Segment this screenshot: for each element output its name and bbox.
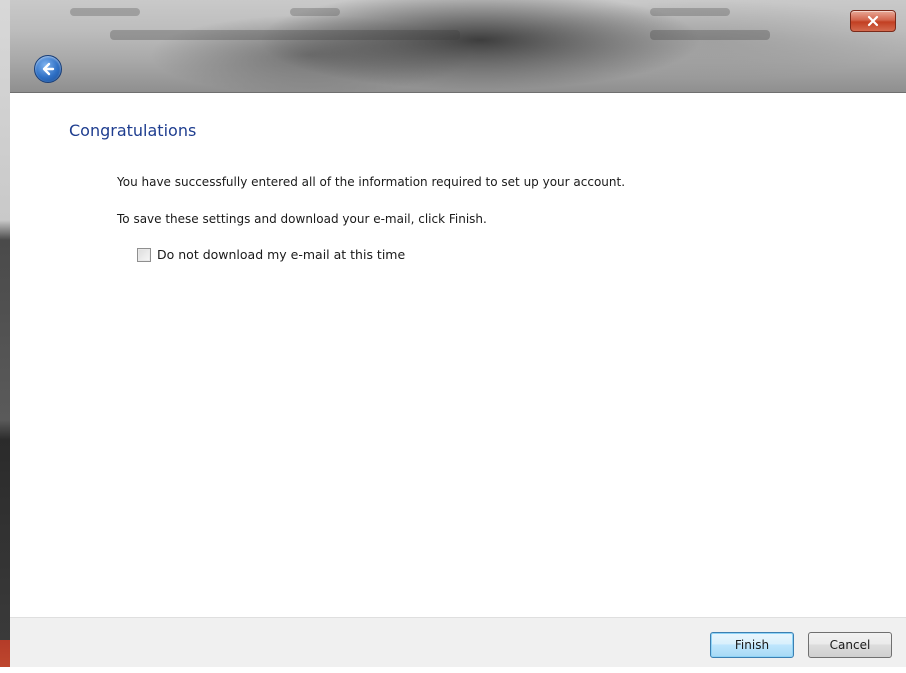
blurred-background-text: [290, 8, 340, 16]
blurred-background-text: [650, 8, 730, 16]
blurred-background-text: [70, 8, 140, 16]
do-not-download-checkbox[interactable]: [137, 247, 151, 262]
finish-instruction: To save these settings and download your…: [117, 212, 487, 226]
close-icon: [866, 12, 880, 31]
title-bar: [10, 0, 906, 93]
do-not-download-option[interactable]: Do not download my e-mail at this time: [137, 247, 405, 262]
close-button[interactable]: [850, 10, 896, 32]
wizard-content: Congratulations You have successfully en…: [10, 93, 906, 617]
blurred-background-text: [110, 30, 460, 40]
back-button[interactable]: [34, 55, 62, 83]
background-window-edge: [0, 0, 10, 673]
window-bottom-edge: [0, 667, 906, 673]
do-not-download-label[interactable]: Do not download my e-mail at this time: [157, 247, 405, 262]
page-title: Congratulations: [69, 121, 197, 140]
button-bar: Finish Cancel: [10, 617, 906, 668]
blurred-background-text: [650, 30, 770, 40]
finish-button[interactable]: Finish: [710, 632, 794, 658]
cancel-button[interactable]: Cancel: [808, 632, 892, 658]
back-arrow-icon: [40, 61, 56, 77]
screen: Congratulations You have successfully en…: [0, 0, 906, 673]
success-message: You have successfully entered all of the…: [117, 175, 626, 189]
